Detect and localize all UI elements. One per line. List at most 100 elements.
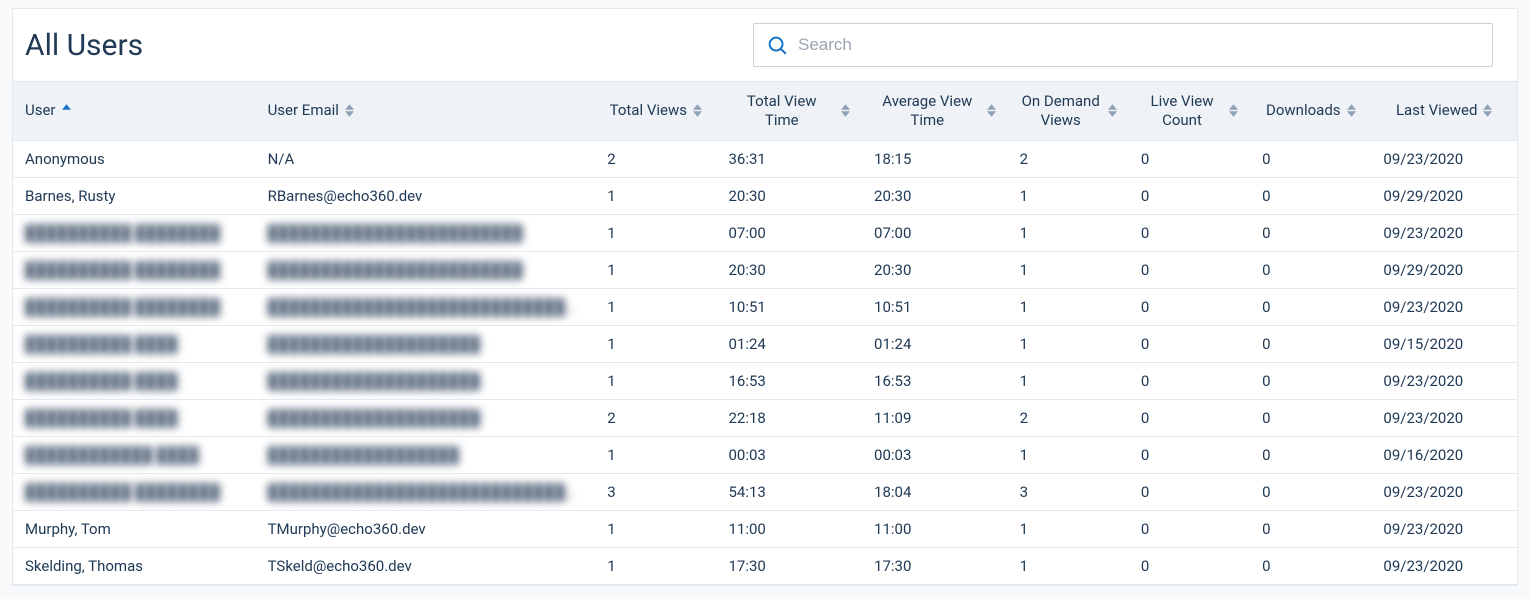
table-row[interactable]: Skelding, ThomasTSkeld@echo360.dev117:30… bbox=[13, 547, 1517, 584]
cell-live_count: 0 bbox=[1129, 214, 1250, 251]
cell-email: RBarnes@echo360.dev bbox=[256, 177, 596, 214]
cell-email: ██████████████████ bbox=[256, 436, 596, 473]
cell-total_time: 17:30 bbox=[716, 547, 862, 584]
cell-email: ██████████████████████████████ bbox=[256, 288, 596, 325]
cell-user: ██████████ ████████ bbox=[13, 251, 256, 288]
col-header-downloads[interactable]: Downloads bbox=[1250, 82, 1371, 141]
col-header-last_viewed[interactable]: Last Viewed bbox=[1371, 82, 1517, 141]
cell-user: ██████████ ████████ bbox=[13, 473, 256, 510]
col-header-label: Total Views bbox=[610, 101, 687, 120]
sort-icon bbox=[1229, 104, 1238, 117]
table-row[interactable]: ██████████ █████████████████████████████… bbox=[13, 214, 1517, 251]
table-row[interactable]: ██████████ ████████████████████████116:5… bbox=[13, 362, 1517, 399]
cell-on_demand: 3 bbox=[1008, 473, 1129, 510]
col-header-label: Downloads bbox=[1266, 101, 1341, 120]
cell-downloads: 0 bbox=[1250, 288, 1371, 325]
cell-avg_time: 20:30 bbox=[862, 251, 1008, 288]
cell-on_demand: 1 bbox=[1008, 436, 1129, 473]
cell-email: N/A bbox=[256, 140, 596, 177]
cell-live_count: 0 bbox=[1129, 399, 1250, 436]
cell-user: ████████████ ████ bbox=[13, 436, 256, 473]
cell-on_demand: 1 bbox=[1008, 214, 1129, 251]
cell-live_count: 0 bbox=[1129, 436, 1250, 473]
sort-icon bbox=[841, 104, 850, 117]
cell-user: ██████████ ████████ bbox=[13, 288, 256, 325]
cell-live_count: 0 bbox=[1129, 473, 1250, 510]
cell-email: ████████████████████ bbox=[256, 325, 596, 362]
cell-live_count: 0 bbox=[1129, 547, 1250, 584]
page-title: All Users bbox=[25, 28, 143, 63]
cell-last_viewed: 09/29/2020 bbox=[1371, 251, 1517, 288]
table-header-row: User User Email Total Views Total View T… bbox=[13, 82, 1517, 141]
col-header-label: On Demand Views bbox=[1020, 92, 1102, 130]
cell-user: Anonymous bbox=[13, 140, 256, 177]
table-row[interactable]: Murphy, TomTMurphy@echo360.dev111:0011:0… bbox=[13, 510, 1517, 547]
cell-avg_time: 00:03 bbox=[862, 436, 1008, 473]
col-header-total_views[interactable]: Total Views bbox=[595, 82, 716, 141]
cell-downloads: 0 bbox=[1250, 510, 1371, 547]
cell-user: Murphy, Tom bbox=[13, 510, 256, 547]
cell-downloads: 0 bbox=[1250, 325, 1371, 362]
col-header-email[interactable]: User Email bbox=[256, 82, 596, 141]
sort-icon bbox=[987, 104, 996, 117]
cell-total_views: 3 bbox=[595, 473, 716, 510]
cell-avg_time: 10:51 bbox=[862, 288, 1008, 325]
sort-icon bbox=[62, 104, 71, 117]
cell-on_demand: 2 bbox=[1008, 140, 1129, 177]
cell-avg_time: 07:00 bbox=[862, 214, 1008, 251]
top-bar: All Users bbox=[13, 23, 1517, 81]
cell-user: ██████████ ████ bbox=[13, 399, 256, 436]
cell-live_count: 0 bbox=[1129, 362, 1250, 399]
cell-total_views: 1 bbox=[595, 362, 716, 399]
cell-downloads: 0 bbox=[1250, 473, 1371, 510]
table-row[interactable]: ██████████ ████████████████████████101:2… bbox=[13, 325, 1517, 362]
cell-last_viewed: 09/23/2020 bbox=[1371, 362, 1517, 399]
table-row[interactable]: Barnes, RustyRBarnes@echo360.dev120:3020… bbox=[13, 177, 1517, 214]
cell-last_viewed: 09/23/2020 bbox=[1371, 547, 1517, 584]
table-row[interactable]: ██████████ █████████████████████████████… bbox=[13, 288, 1517, 325]
cell-total_time: 20:30 bbox=[716, 251, 862, 288]
cell-downloads: 0 bbox=[1250, 177, 1371, 214]
col-header-total_time[interactable]: Total View Time bbox=[716, 82, 862, 141]
cell-last_viewed: 09/23/2020 bbox=[1371, 510, 1517, 547]
search-field[interactable] bbox=[753, 23, 1493, 67]
col-header-label: Total View Time bbox=[728, 92, 835, 130]
col-header-on_demand[interactable]: On Demand Views bbox=[1008, 82, 1129, 141]
col-header-live_count[interactable]: Live View Count bbox=[1129, 82, 1250, 141]
col-header-label: Live View Count bbox=[1141, 92, 1223, 130]
cell-avg_time: 01:24 bbox=[862, 325, 1008, 362]
cell-live_count: 0 bbox=[1129, 140, 1250, 177]
col-header-avg_time[interactable]: Average View Time bbox=[862, 82, 1008, 141]
col-header-user[interactable]: User bbox=[13, 82, 256, 141]
cell-email: ████████████████████ bbox=[256, 399, 596, 436]
search-input[interactable] bbox=[788, 35, 1480, 55]
cell-last_viewed: 09/23/2020 bbox=[1371, 214, 1517, 251]
cell-total_time: 07:00 bbox=[716, 214, 862, 251]
cell-downloads: 0 bbox=[1250, 547, 1371, 584]
cell-user: ██████████ ████ bbox=[13, 325, 256, 362]
sort-icon bbox=[693, 104, 702, 117]
table-row[interactable]: AnonymousN/A236:3118:1520009/23/2020 bbox=[13, 140, 1517, 177]
cell-email: ████████████████████████ bbox=[256, 214, 596, 251]
cell-total_views: 1 bbox=[595, 547, 716, 584]
col-header-label: Average View Time bbox=[874, 92, 981, 130]
cell-downloads: 0 bbox=[1250, 436, 1371, 473]
cell-on_demand: 1 bbox=[1008, 547, 1129, 584]
cell-downloads: 0 bbox=[1250, 214, 1371, 251]
cell-total_time: 16:53 bbox=[716, 362, 862, 399]
table-row[interactable]: ████████████ ██████████████████████100:0… bbox=[13, 436, 1517, 473]
col-header-label: Last Viewed bbox=[1396, 101, 1477, 120]
cell-live_count: 0 bbox=[1129, 288, 1250, 325]
cell-on_demand: 1 bbox=[1008, 362, 1129, 399]
table-row[interactable]: ██████████ █████████████████████████████… bbox=[13, 473, 1517, 510]
cell-total_time: 00:03 bbox=[716, 436, 862, 473]
table-row[interactable]: ██████████ ████████████████████████222:1… bbox=[13, 399, 1517, 436]
cell-email: ████████████████████████████████████████ bbox=[256, 473, 596, 510]
cell-total_views: 1 bbox=[595, 251, 716, 288]
cell-user: Skelding, Thomas bbox=[13, 547, 256, 584]
table-row[interactable]: ██████████ █████████████████████████████… bbox=[13, 251, 1517, 288]
cell-on_demand: 1 bbox=[1008, 177, 1129, 214]
cell-on_demand: 1 bbox=[1008, 288, 1129, 325]
cell-total_views: 1 bbox=[595, 436, 716, 473]
cell-total_time: 20:30 bbox=[716, 177, 862, 214]
